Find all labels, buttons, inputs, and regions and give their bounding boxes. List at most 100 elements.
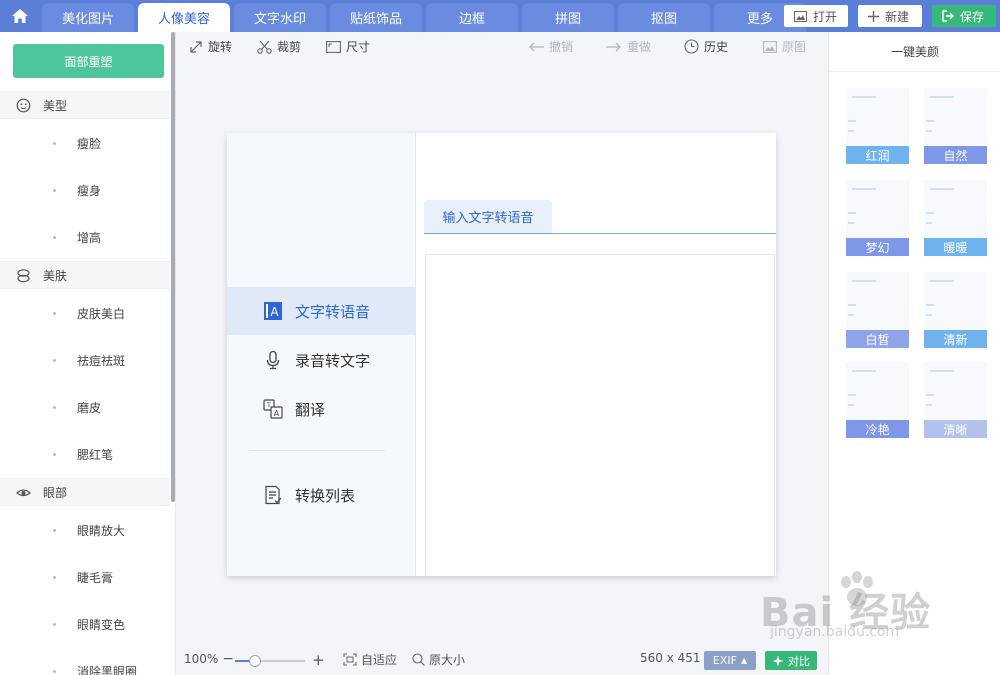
sidebar-section-eyes[interactable]: 眼部 bbox=[0, 478, 170, 506]
paw-icon bbox=[841, 571, 873, 606]
original-button[interactable]: 原图 bbox=[763, 38, 806, 55]
translate-icon: AT bbox=[263, 399, 283, 419]
new-button[interactable]: 新建 bbox=[858, 5, 922, 27]
preset-0[interactable]: 红润 bbox=[846, 88, 909, 164]
sidebar-item-label: 瘦身 bbox=[77, 183, 102, 198]
sidebar-item-smooth[interactable]: 磨皮 bbox=[0, 397, 170, 417]
sidebar-item-slim-body[interactable]: 瘦身 bbox=[0, 180, 170, 200]
rotate-tool[interactable]: 旋转 bbox=[189, 38, 232, 55]
image-canvas[interactable]: A 文字转语音 录音转文字 AT 翻译 转换列表 输入文字转语音 bbox=[227, 133, 776, 576]
preset-thumbnail bbox=[846, 362, 909, 420]
thumbnail-line bbox=[926, 212, 934, 214]
fit-button[interactable]: 自适应 bbox=[343, 651, 397, 668]
preset-7[interactable]: 清晰 bbox=[924, 362, 987, 438]
bullet-dot bbox=[53, 453, 56, 456]
thumbnail-line bbox=[930, 96, 954, 98]
open-label: 打开 bbox=[813, 9, 838, 24]
menu-item-speech-to-text[interactable]: 录音转文字 bbox=[227, 336, 416, 384]
preset-thumbnail bbox=[924, 362, 987, 420]
open-button[interactable]: 打开 bbox=[784, 5, 848, 27]
save-label: 保存 bbox=[960, 9, 985, 24]
crop-tool[interactable]: 裁剪 bbox=[257, 38, 301, 55]
sidebar-item-whiten[interactable]: 皮肤美白 bbox=[0, 303, 170, 323]
text-input-area[interactable] bbox=[425, 254, 775, 576]
resize-icon bbox=[326, 40, 341, 53]
sidebar-item-slim-face[interactable]: 瘦脸 bbox=[0, 133, 170, 153]
menu-item-conversion-list[interactable]: 转换列表 bbox=[227, 471, 416, 519]
face-reshape-button[interactable]: 面部重塑 bbox=[13, 44, 164, 78]
svg-text:A: A bbox=[274, 409, 280, 418]
sidebar-item-label: 皮肤美白 bbox=[77, 306, 126, 321]
compare-button[interactable]: 对比 bbox=[765, 651, 817, 670]
preset-4[interactable]: 白皙 bbox=[846, 272, 909, 348]
save-button[interactable]: 保存 bbox=[932, 5, 996, 27]
actual-size-label: 原大小 bbox=[429, 653, 466, 667]
tab-portrait[interactable]: 人像美容 bbox=[138, 3, 230, 32]
list-icon bbox=[265, 485, 282, 505]
sidebar-item-heighten[interactable]: 增高 bbox=[0, 227, 170, 247]
preset-5[interactable]: 清新 bbox=[924, 272, 987, 348]
rotate-icon bbox=[190, 40, 202, 53]
size-tool[interactable]: 尺寸 bbox=[326, 38, 370, 55]
menu-item-label: 文字转语音 bbox=[295, 302, 371, 321]
tab-text-watermark[interactable]: 文字水印 bbox=[234, 3, 326, 32]
actual-size-button[interactable]: 原大小 bbox=[412, 651, 465, 668]
picture-icon bbox=[763, 40, 777, 53]
tab-beautify[interactable]: 美化图片 bbox=[42, 3, 134, 32]
tab-cutout[interactable]: 抠图 bbox=[618, 3, 710, 32]
sidebar-section-skin[interactable]: 美肤 bbox=[0, 261, 170, 289]
magnifier-icon bbox=[412, 653, 425, 666]
sidebar-item-enlarge-eyes[interactable]: 眼睛放大 bbox=[0, 520, 170, 540]
thumbnail-line bbox=[848, 304, 856, 306]
bullet-dot bbox=[53, 623, 56, 626]
preset-label: 清新 bbox=[924, 330, 987, 348]
scissors-icon bbox=[257, 40, 272, 54]
zoom-group: 100% − bbox=[184, 651, 234, 667]
size-label: 尺寸 bbox=[346, 40, 371, 54]
preset-6[interactable]: 冷艳 bbox=[846, 362, 909, 438]
redo-button[interactable]: 重做 bbox=[606, 38, 651, 55]
baidu-watermark: Bai 经验 jingyan.baidu.com bbox=[760, 571, 931, 640]
bullet-dot bbox=[53, 236, 56, 239]
menu-item-text-to-speech[interactable]: A 文字转语音 bbox=[227, 287, 416, 335]
exif-button[interactable]: EXIF ▲ bbox=[704, 651, 756, 670]
one-click-beauty-title: 一键美颜 bbox=[829, 32, 1000, 72]
sidebar-item-label: 腮红笔 bbox=[77, 447, 114, 462]
sidebar-item-label: 消除黑眼圈 bbox=[77, 664, 138, 675]
thumbnail-line bbox=[848, 120, 856, 122]
preset-thumbnail bbox=[846, 180, 909, 238]
sidebar-item-acne[interactable]: 祛痘祛斑 bbox=[0, 350, 170, 370]
zoom-out-button[interactable]: − bbox=[222, 651, 234, 667]
microphone-icon bbox=[266, 350, 280, 370]
sidebar-item-mascara[interactable]: 睫毛膏 bbox=[0, 567, 170, 587]
zoom-in-button[interactable]: + bbox=[312, 651, 325, 669]
preset-3[interactable]: 暖暖 bbox=[924, 180, 987, 256]
tab-border[interactable]: 边框 bbox=[426, 3, 518, 32]
sidebar-item-dark-circles[interactable]: 消除黑眼圈 bbox=[0, 661, 170, 675]
sidebar-item-eye-color[interactable]: 眼睛变色 bbox=[0, 614, 170, 634]
menu-item-label: 转换列表 bbox=[295, 486, 356, 505]
tab-collage[interactable]: 拼图 bbox=[522, 3, 614, 32]
preset-2[interactable]: 梦幻 bbox=[846, 180, 909, 256]
sidebar-scrollbar[interactable] bbox=[171, 32, 175, 502]
menu-item-label: 录音转文字 bbox=[295, 351, 371, 370]
sidebar-section-shape[interactable]: 美型 bbox=[0, 91, 170, 119]
eye-icon bbox=[16, 488, 31, 496]
sidebar-item-label: 增高 bbox=[77, 230, 102, 245]
preset-1[interactable]: 自然 bbox=[924, 88, 987, 164]
compare-label: 对比 bbox=[788, 654, 810, 668]
home-button[interactable] bbox=[0, 0, 40, 32]
sidebar-item-blush[interactable]: 腮红笔 bbox=[0, 444, 170, 464]
history-button[interactable]: 历史 bbox=[684, 38, 728, 55]
preset-label: 梦幻 bbox=[846, 238, 909, 256]
zoom-slider-handle[interactable] bbox=[249, 655, 261, 667]
preset-thumbnail bbox=[924, 88, 987, 146]
undo-button[interactable]: 撤销 bbox=[528, 38, 573, 55]
preset-thumbnail bbox=[924, 272, 987, 330]
sidebar-item-label: 祛痘祛斑 bbox=[77, 353, 126, 368]
history-label: 历史 bbox=[704, 40, 729, 54]
thumbnail-line bbox=[848, 212, 856, 214]
menu-item-translate[interactable]: AT 翻译 bbox=[227, 385, 416, 433]
tab-stickers[interactable]: 贴纸饰品 bbox=[330, 3, 422, 32]
tab-input-text-to-speech[interactable]: 输入文字转语音 bbox=[424, 200, 552, 233]
